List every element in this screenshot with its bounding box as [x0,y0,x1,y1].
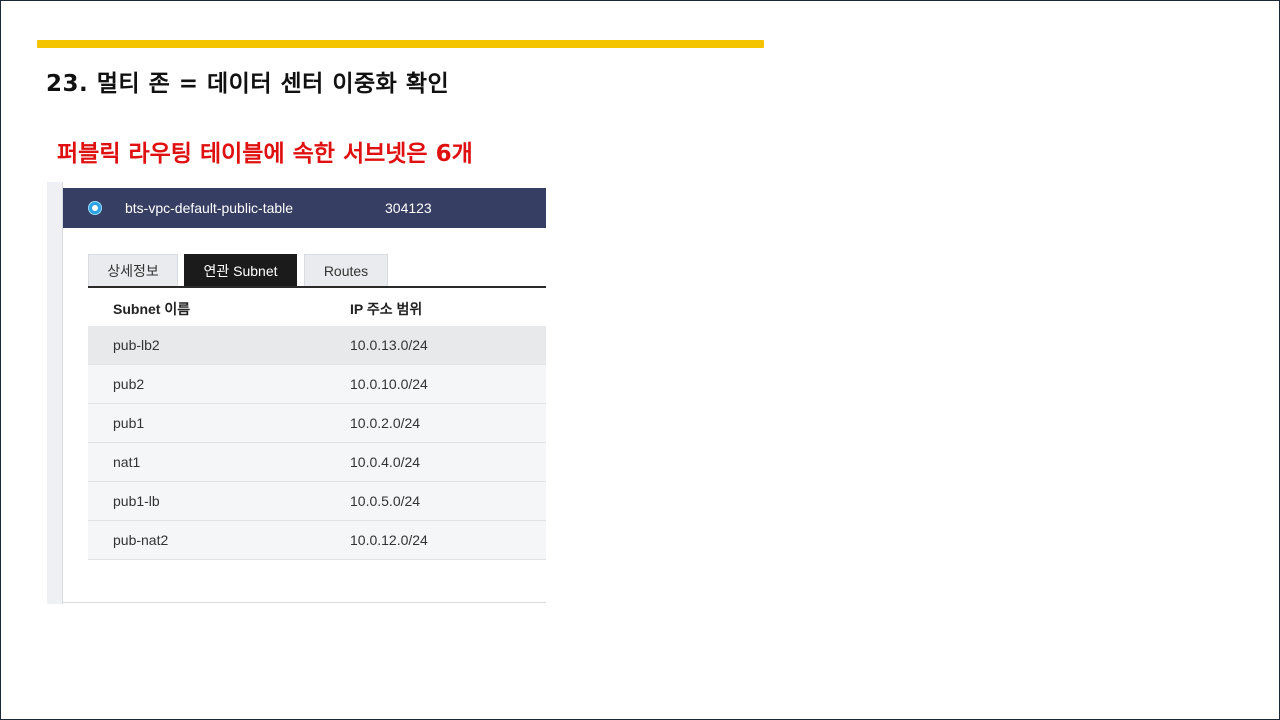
ip-range-cell: 10.0.2.0/24 [350,415,421,431]
table-row[interactable]: nat1 10.0.4.0/24 [88,443,546,482]
accent-bar [37,40,764,48]
table-row[interactable]: pub2 10.0.10.0/24 [88,365,546,404]
route-table-row-selected[interactable]: bts-vpc-default-public-table 304123 [63,188,546,228]
table-row[interactable]: pub-lb2 10.0.13.0/24 [88,326,546,365]
detail-tabs: 상세정보 연관 Subnet Routes [88,254,546,286]
subnet-name-cell: pub-nat2 [113,532,169,548]
ip-range-cell: 10.0.13.0/24 [350,337,428,353]
subnet-name-cell: pub1 [113,415,145,431]
subnet-name-cell: pub2 [113,376,145,392]
table-row[interactable]: pub1-lb 10.0.5.0/24 [88,482,546,521]
route-table-name: bts-vpc-default-public-table [125,200,294,216]
ip-range-cell: 10.0.5.0/24 [350,493,421,509]
ip-range-cell: 10.0.12.0/24 [350,532,428,548]
slide-title: 23. 멀티 존 = 데이터 센터 이중화 확인 [46,71,450,97]
slide-subtitle: 퍼블릭 라우팅 테이블에 속한 서브넷은 6개 [57,141,473,167]
subnet-table-header: Subnet 이름 IP 주소 범위 [88,288,546,327]
ip-range-cell: 10.0.4.0/24 [350,454,421,470]
tab-details[interactable]: 상세정보 [88,254,178,286]
ip-range-cell: 10.0.10.0/24 [350,376,428,392]
subnet-name-cell: pub1-lb [113,493,160,509]
column-header-ip-range: IP 주소 범위 [350,301,423,317]
table-row[interactable]: pub1 10.0.2.0/24 [88,404,546,443]
panel-bottom-border [62,602,546,603]
console-screenshot: bts-vpc-default-public-table 304123 상세정보… [47,182,546,604]
route-table-id: 304123 [385,200,432,216]
subnet-name-cell: pub-lb2 [113,337,160,353]
subnet-table-body: pub-lb2 10.0.13.0/24 pub2 10.0.10.0/24 p… [88,326,546,560]
column-header-subnet-name: Subnet 이름 [113,301,191,317]
radio-selected-icon[interactable] [88,201,102,215]
table-row[interactable]: pub-nat2 10.0.12.0/24 [88,521,546,560]
tab-associated-subnet[interactable]: 연관 Subnet [184,254,297,286]
subnet-name-cell: nat1 [113,454,141,470]
left-panel-edge [47,182,63,604]
tab-routes[interactable]: Routes [304,254,388,286]
